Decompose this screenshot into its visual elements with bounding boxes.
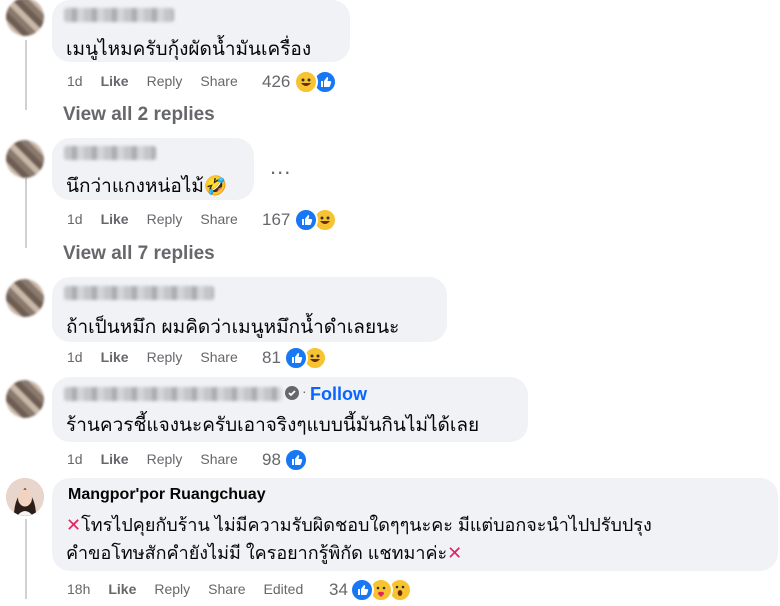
comment-time[interactable]: 1d: [67, 73, 83, 89]
thread-line: [25, 519, 27, 599]
comment-actions: 1d Like Reply Share: [67, 349, 256, 365]
like-button[interactable]: Like: [101, 73, 129, 89]
comment-text-line-1: ✕โทรไปคุยกับร้าน ไม่มีความรับผิดชอบใดๆๆน…: [66, 515, 652, 535]
reaction-count[interactable]: 34: [329, 580, 348, 600]
like-button[interactable]: Like: [101, 211, 129, 227]
follow-button[interactable]: Follow: [310, 384, 367, 405]
comment-text: ถ้าเป็นหมึก ผมคิดว่าเมนูหมึกน้ำดำเลยนะ: [66, 317, 400, 338]
share-button[interactable]: Share: [200, 211, 237, 227]
comment-time[interactable]: 1d: [67, 451, 83, 467]
thread-line: [25, 178, 27, 248]
like-button[interactable]: Like: [108, 581, 136, 597]
comment-actions: 18h Like Reply Share Edited: [67, 581, 321, 597]
comment-time[interactable]: 1d: [67, 211, 83, 227]
share-button[interactable]: Share: [200, 73, 237, 89]
comment-bubble: ถ้าเป็นหมึก ผมคิดว่าเมนูหมึกน้ำดำเลยนะ: [52, 277, 447, 342]
comment-time[interactable]: 18h: [67, 581, 90, 597]
comment-bubble: นึกว่าแกงหน่อไม้🤣: [52, 138, 254, 200]
more-options-icon[interactable]: ...: [270, 154, 291, 180]
reply-button[interactable]: Reply: [154, 581, 190, 597]
author-name[interactable]: Mangpor'por Ruangchuay: [68, 486, 266, 504]
avatar[interactable]: [6, 279, 44, 317]
share-button[interactable]: Share: [200, 349, 237, 365]
red-x-icon: ✕: [447, 543, 463, 563]
share-button[interactable]: Share: [200, 451, 237, 467]
thread-line: [25, 40, 27, 110]
comment-bubble: Mangpor'por Ruangchuay ✕โทรไปคุยกับร้าน …: [52, 478, 778, 571]
comment-actions: 1d Like Reply Share: [67, 211, 256, 227]
comment-text: เมนูไหมครับกุ้งผัดน้ำมันเครื่อง: [66, 39, 312, 60]
author-name[interactable]: [64, 146, 156, 160]
like-icon: [284, 346, 308, 370]
verified-badge-icon: [285, 386, 299, 400]
view-replies-link[interactable]: View all 7 replies: [63, 243, 215, 265]
share-button[interactable]: Share: [208, 581, 245, 597]
reaction-count[interactable]: 81: [262, 348, 281, 368]
comment-text: นึกว่าแกงหน่อไม้🤣: [66, 176, 228, 197]
avatar[interactable]: [6, 478, 44, 516]
view-replies-link[interactable]: View all 2 replies: [63, 104, 215, 126]
author-name[interactable]: [64, 387, 282, 401]
reply-button[interactable]: Reply: [147, 349, 183, 365]
like-icon: [284, 448, 308, 472]
comment-time[interactable]: 1d: [67, 349, 83, 365]
comment-text-line-2: คำขอโทษสักคำยังไม่มี ใครอยากรู้พิกัด แชท…: [66, 543, 463, 563]
edited-label: Edited: [263, 581, 304, 597]
comment-actions: 1d Like Reply Share: [67, 451, 256, 467]
comment-bubble: เมนูไหมครับกุ้งผัดน้ำมันเครื่อง: [52, 0, 350, 62]
author-name[interactable]: [64, 8, 174, 22]
like-button[interactable]: Like: [101, 451, 129, 467]
avatar[interactable]: [6, 380, 44, 418]
avatar[interactable]: [6, 140, 44, 178]
reaction-count[interactable]: 98: [262, 450, 281, 470]
separator-dot: ·: [302, 383, 307, 399]
red-x-icon: ✕: [66, 515, 82, 535]
author-name[interactable]: [64, 286, 214, 300]
like-icon: [294, 208, 318, 232]
haha-icon: [294, 70, 318, 94]
comment-bubble: · Follow ร้านควรชี้แจงนะครับเอาจริงๆแบบน…: [52, 377, 528, 442]
reaction-count[interactable]: 426: [262, 72, 290, 92]
comment-text: ร้านควรชี้แจงนะครับเอาจริงๆแบบนี้มันกินไ…: [66, 415, 480, 436]
avatar[interactable]: [6, 0, 44, 36]
reply-button[interactable]: Reply: [147, 451, 183, 467]
reaction-count[interactable]: 167: [262, 210, 290, 230]
reply-button[interactable]: Reply: [147, 73, 183, 89]
comment-actions: 1d Like Reply Share: [67, 73, 256, 89]
like-button[interactable]: Like: [101, 349, 129, 365]
like-icon: [350, 578, 374, 602]
reply-button[interactable]: Reply: [147, 211, 183, 227]
